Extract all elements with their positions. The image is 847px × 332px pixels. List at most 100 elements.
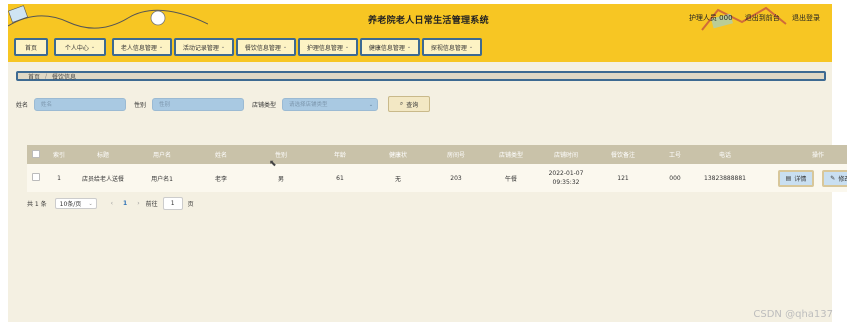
chevron-down-icon: ⌄ [282, 44, 288, 50]
nav-label: 活动记录管理 [182, 44, 219, 52]
column-header: 用户名 [133, 145, 191, 164]
nav-visit-info[interactable]: 探视信息管理 ⌄ [422, 38, 482, 56]
chevron-down-icon: ⌄ [468, 44, 474, 50]
search-button-label: 查询 [406, 101, 419, 109]
chevron-down-icon: ⌄ [158, 44, 164, 50]
table-cell: 13823888881 [699, 164, 751, 192]
column-header: 操作 [751, 145, 847, 164]
column-header: 标题 [73, 145, 133, 164]
total-count: 共 1 条 [27, 201, 47, 208]
column-header: 房间号 [427, 145, 485, 164]
column-header: 店铺类型 [485, 145, 537, 164]
app-frame: 养老院老人日常生活管理系统 护理人员 000 退出到前台 退出登录 首页 个人中… [8, 4, 847, 322]
select-all-checkbox[interactable] [27, 145, 45, 164]
edit-icon: ✎ [830, 174, 836, 182]
column-header: 健康状 [369, 145, 427, 164]
chevron-down-icon: ⌄ [220, 44, 226, 50]
nav-activity-records[interactable]: 活动记录管理 ⌄ [174, 38, 234, 56]
page-size-select[interactable]: 10条/页 ⌄ [54, 198, 97, 209]
table-cell: 老李 [191, 164, 251, 192]
watermark: CSDN @qha137 [753, 309, 833, 320]
catering-table: 索引 标题 用户名 姓名 性别 年龄 健康状 房间号 店铺类型 店铺时间 餐饮备… [27, 145, 847, 192]
table-cell: 无 [369, 164, 427, 192]
page-number[interactable]: 1 [123, 200, 127, 207]
breadcrumb-home[interactable]: 首页 [28, 72, 40, 81]
goto-page-input[interactable]: 1 [162, 197, 183, 210]
user-area: 护理人员 000 退出到前台 退出登录 [679, 13, 820, 23]
search-bar: 姓名 姓名 性别 性别 店铺类型 请选择店铺类型 ⌄ ⌕ 查询 [16, 96, 431, 112]
page-size-value: 10条/页 [59, 201, 82, 208]
shop-type-label: 店铺类型 [252, 101, 277, 109]
table-cell: 1 [45, 164, 73, 192]
chevron-down-icon: ⌄ [344, 44, 350, 50]
search-icon: ⌕ [399, 100, 404, 107]
detail-label: 详情 [794, 175, 807, 183]
column-header: 电话 [699, 145, 751, 164]
logout-link[interactable]: 退出登录 [792, 14, 820, 22]
nav-label: 个人中心 [64, 44, 89, 52]
nav-label: 首页 [24, 44, 37, 52]
page-suffix: 页 [187, 201, 194, 208]
nav-health-info[interactable]: 健康信息管理 ⌄ [360, 38, 420, 56]
next-page-icon[interactable]: › [137, 200, 139, 207]
table-cell: 店员给老人送餐 [73, 164, 133, 192]
actions-cell: ▤ 详情 ✎ 修改 [751, 164, 847, 192]
chevron-down-icon: ⌄ [90, 44, 96, 50]
table-cell: 男 [251, 164, 311, 192]
pagination: 共 1 条 10条/页 ⌄ ‹ 1 › 前往 1 页 [27, 197, 194, 210]
detail-button[interactable]: ▤ 详情 [777, 169, 815, 187]
table-cell: 203 [427, 164, 485, 192]
breadcrumb: 首页 / 餐饮信息 [16, 71, 826, 81]
edit-label: 修改 [838, 175, 847, 183]
back-to-front-link[interactable]: 退出到前台 [745, 14, 780, 22]
current-user: 护理人员 000 [688, 14, 733, 22]
gender-input[interactable]: 性别 [152, 97, 245, 111]
column-header: 年龄 [311, 145, 369, 164]
name-placeholder: 姓名 [41, 102, 53, 108]
search-button[interactable]: ⌕ 查询 [388, 96, 431, 112]
nav-label: 探视信息管理 [430, 44, 467, 52]
app-title: 养老院老人日常生活管理系统 [368, 16, 489, 26]
goto-page-value: 1 [170, 200, 175, 207]
breadcrumb-separator: / [45, 72, 48, 80]
gender-label: 性别 [134, 101, 147, 109]
nav-label: 老人信息管理 [120, 44, 157, 52]
column-header: 店铺时间 [537, 145, 595, 164]
gender-placeholder: 性别 [159, 102, 171, 108]
name-input[interactable]: 姓名 [34, 97, 127, 111]
table-cell: 61 [311, 164, 369, 192]
mouse-cursor-icon: ⬉ [269, 159, 277, 169]
shop-type-select[interactable]: 请选择店铺类型 ⌄ [282, 97, 379, 111]
nav-home[interactable]: 首页 [14, 38, 48, 56]
nav-elder-info[interactable]: 老人信息管理 ⌄ [112, 38, 172, 56]
goto-label: 前往 [145, 201, 158, 208]
row-checkbox[interactable] [27, 164, 45, 192]
column-header: 索引 [45, 145, 73, 164]
table-cell: 000 [651, 164, 699, 192]
chevron-down-icon: ⌄ [368, 101, 374, 108]
column-header: 性别 [251, 145, 311, 164]
chevron-down-icon: ⌄ [88, 200, 93, 207]
column-header: 工号 [651, 145, 699, 164]
edit-button[interactable]: ✎ 修改 [822, 169, 847, 187]
nav-label: 餐饮信息管理 [244, 44, 281, 52]
nav-label: 护理信息管理 [306, 44, 343, 52]
nav-catering-info[interactable]: 餐饮信息管理 ⌄ [236, 38, 296, 56]
prev-page-icon[interactable]: ‹ [111, 200, 113, 207]
chevron-down-icon: ⌄ [406, 44, 412, 50]
header: 养老院老人日常生活管理系统 护理人员 000 退出到前台 退出登录 [8, 4, 832, 34]
table-cell: 午餐 [485, 164, 537, 192]
nav-personal-center[interactable]: 个人中心 ⌄ [54, 38, 106, 56]
table-row: 1 店员给老人送餐 用户名1 老李 男 61 无 203 午餐 2022-01-… [27, 164, 847, 192]
column-header: 餐饮备注 [595, 145, 651, 164]
main-nav: 首页 个人中心 ⌄ 老人信息管理 ⌄ 活动记录管理 ⌄ 餐饮信息管理 ⌄ 护理信息管理 ⌄… [8, 34, 832, 62]
nav-nursing-info[interactable]: 护理信息管理 ⌄ [298, 38, 358, 56]
table-cell: 121 [595, 164, 651, 192]
shop-type-placeholder: 请选择店铺类型 [289, 102, 328, 108]
table-header-row: 索引 标题 用户名 姓名 性别 年龄 健康状 房间号 店铺类型 店铺时间 餐饮备… [27, 145, 847, 164]
breadcrumb-current: 餐饮信息 [52, 73, 77, 81]
document-icon: ▤ [785, 174, 792, 182]
table-cell: 2022-01-07 09:35:32 [537, 164, 595, 192]
nav-label: 健康信息管理 [368, 44, 405, 52]
column-header: 姓名 [191, 145, 251, 164]
